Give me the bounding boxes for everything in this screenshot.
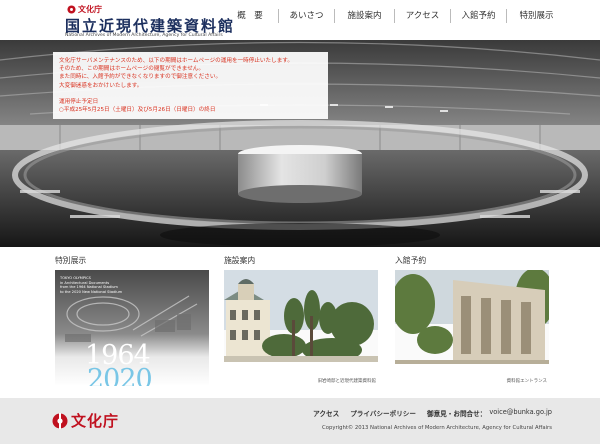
footer-agency-name: 文化庁 bbox=[71, 412, 120, 430]
poster-text-block: TOKYO OLYMPICS in Architectural Document… bbox=[60, 276, 122, 294]
footer-contact-email[interactable]: voice@bunka.go.jp bbox=[489, 408, 552, 418]
notice-line: 大変御迷惑をおかけいたします。 bbox=[59, 82, 143, 89]
archive-entrance-photo bbox=[395, 270, 549, 386]
year-2020: 2020 bbox=[87, 364, 153, 386]
site-footer: 文化庁 アクセス プライバシーポリシー 御意見・お問合せ： voice@bunk… bbox=[0, 398, 600, 444]
section-title: 特別展示 bbox=[55, 256, 87, 265]
section-title: 入館予約 bbox=[395, 256, 427, 265]
agency-emblem-icon bbox=[67, 5, 76, 14]
iwasaki-house-photo bbox=[224, 270, 378, 386]
site-logo[interactable]: 文化庁 国立近現代建築資料館 National Archives of Mode… bbox=[63, 4, 233, 38]
nav-item-reservation[interactable]: 入館予約 bbox=[450, 9, 506, 23]
footer-link-contact: 御意見・お問合せ： bbox=[427, 410, 487, 418]
hero-image: 文化庁サーバメンテナンスのため、以下の期間はホームページの運用を一時停止いたしま… bbox=[0, 40, 600, 247]
footer-links: アクセス プライバシーポリシー 御意見・お問合せ： voice@bunka.go… bbox=[302, 408, 552, 418]
nav-item-special-exhibition[interactable]: 特別展示 bbox=[506, 9, 566, 23]
site-header: 文化庁 国立近現代建築資料館 National Archives of Mode… bbox=[0, 0, 600, 40]
notice-period-label: 運用停止予定日 bbox=[59, 98, 99, 105]
notice-line: そのため、この期間はホームページの閲覧ができません。 bbox=[59, 66, 204, 73]
nav-item-greeting[interactable]: あいさつ bbox=[278, 9, 334, 23]
maintenance-notice: 文化庁サーバメンテナンスのため、以下の期間はホームページの運用を一時停止いたしま… bbox=[53, 52, 328, 120]
notice-gap bbox=[59, 90, 322, 98]
nav-item-overview[interactable]: 概 要 bbox=[222, 9, 278, 23]
poster-line: to the 2020 New National Stadium bbox=[60, 289, 123, 294]
main-nav: 概 要 あいさつ 施設案内 アクセス 入館予約 特別展示 bbox=[222, 9, 566, 23]
footer-link-access[interactable]: アクセス bbox=[313, 408, 339, 418]
reservation-caption: 資料館エントランス bbox=[506, 379, 547, 384]
notice-line: 文化庁サーバメンテナンスのため、以下の期間はホームページの運用を一時停止いたしま… bbox=[59, 58, 293, 64]
reservation-banner[interactable]: 資料館エントランス bbox=[395, 270, 549, 386]
copyright-text: Copyright© 2013 National Archives of Mod… bbox=[322, 425, 552, 431]
agency-mark: 文化庁 bbox=[67, 4, 102, 15]
footer-link-privacy[interactable]: プライバシーポリシー bbox=[350, 408, 416, 418]
nav-item-access[interactable]: アクセス bbox=[394, 9, 450, 23]
section-facilities: 施設案内 旧岩崎邸と近現代建築資料館 bbox=[224, 256, 378, 386]
agency-emblem-icon bbox=[52, 412, 68, 429]
section-title: 施設案内 bbox=[224, 256, 256, 265]
agency-name: 文化庁 bbox=[78, 5, 102, 14]
nav-item-facilities[interactable]: 施設案内 bbox=[334, 9, 394, 23]
notice-line: また同時に、入館予約ができなくなりますので御注意ください。 bbox=[59, 74, 222, 81]
facilities-caption: 旧岩崎邸と近現代建築資料館 bbox=[317, 379, 377, 384]
notice-period-value: ○平成25年5月25日（土曜日）及び5月26日（日曜日）の終日 bbox=[59, 107, 216, 114]
section-reservation: 入館予約 資料館エントランス bbox=[395, 256, 549, 386]
section-special-exhibition: 特別展示 TOKYO OLYMPICS in Architectural Doc… bbox=[55, 256, 209, 386]
site-title-en: National Archives of Modern Architecture… bbox=[65, 33, 223, 38]
footer-agency-logo[interactable]: 文化庁 bbox=[52, 410, 119, 431]
special-exhibition-banner[interactable]: TOKYO OLYMPICS in Architectural Document… bbox=[55, 270, 209, 386]
facilities-banner[interactable]: 旧岩崎邸と近現代建築資料館 bbox=[224, 270, 378, 386]
